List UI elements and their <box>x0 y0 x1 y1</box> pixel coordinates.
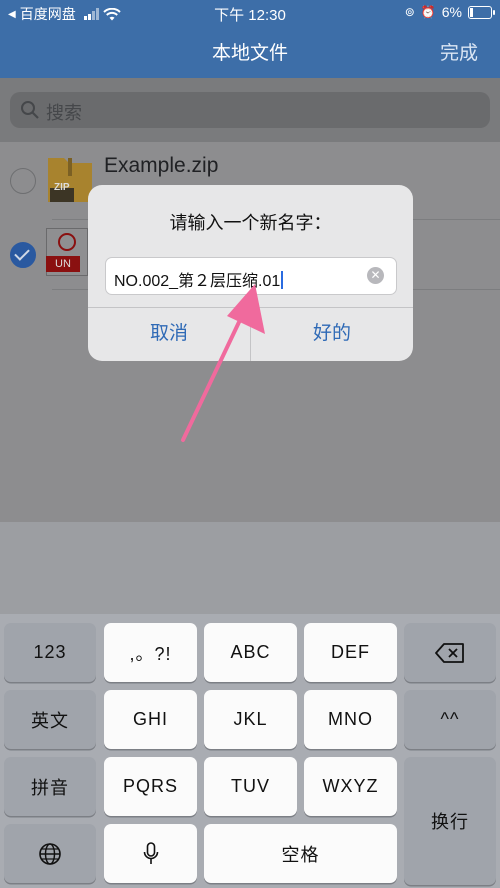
delete-button[interactable] <box>404 623 496 682</box>
search-area: 搜索 <box>0 78 500 142</box>
space-button[interactable]: 空格 <box>204 824 397 883</box>
key-ghi[interactable]: GHI <box>104 690 197 749</box>
select-radio-checked[interactable] <box>10 242 36 268</box>
select-radio[interactable] <box>10 168 36 194</box>
key-punctuation[interactable]: ,。?! <box>104 623 197 682</box>
key-jkl[interactable]: JKL <box>204 690 297 749</box>
key-emoticon[interactable]: ^^ <box>404 690 496 749</box>
battery-percent: 6% <box>441 4 462 20</box>
key-abc[interactable]: ABC <box>204 623 297 682</box>
ok-button[interactable]: 好的 <box>251 307 413 361</box>
orientation-lock-icon: ⊚ <box>404 5 415 19</box>
done-button[interactable]: 完成 <box>440 38 478 65</box>
dialog-title: 请输入一个新名字： <box>169 213 332 233</box>
return-button[interactable]: 换行 <box>404 757 496 885</box>
zip-file-icon <box>48 158 92 202</box>
status-right: ⊚ ⏰ 6% <box>404 4 495 20</box>
blocked-icon <box>58 233 76 251</box>
search-icon <box>21 101 39 119</box>
key-mno[interactable]: MNO <box>304 690 397 749</box>
key-wxyz[interactable]: WXYZ <box>304 757 397 816</box>
clear-icon[interactable]: ✕ <box>367 267 384 284</box>
filename-value: NO.002_第２层压缩.01 <box>114 273 281 290</box>
key-123[interactable]: 123 <box>4 623 96 682</box>
backspace-icon <box>435 642 464 663</box>
keyboard: 123 ,。?! ABC DEF 英文 GHI JKL MNO ^^ 拼音 PQ… <box>0 614 500 888</box>
dictation-button[interactable] <box>104 824 197 883</box>
status-bar: ◀ 百度网盘 下午 12:30 ⊚ ⏰ 6% <box>0 0 500 26</box>
globe-button[interactable] <box>4 824 96 883</box>
search-placeholder: 搜索 <box>46 103 82 123</box>
filename-input[interactable]: NO.002_第２层压缩.01 ✕ <box>105 257 397 295</box>
zip-badge: ZIP <box>54 182 70 193</box>
key-pqrs[interactable]: PQRS <box>104 757 197 816</box>
key-pinyin[interactable]: 拼音 <box>4 757 96 816</box>
un-badge: UN <box>46 256 80 272</box>
microphone-icon <box>143 841 158 864</box>
text-cursor <box>281 271 284 289</box>
cancel-button[interactable]: 取消 <box>88 307 250 361</box>
alarm-icon: ⏰ <box>420 5 436 19</box>
rename-dialog: 请输入一个新名字： NO.002_第２层压缩.01 ✕ 取消 好的 <box>88 185 413 361</box>
key-english[interactable]: 英文 <box>4 690 96 749</box>
page-title: 本地文件 <box>211 43 288 64</box>
navigation-bar: ◀ 百度网盘 下午 12:30 ⊚ ⏰ 6% 本地文件 完成 <box>0 0 500 78</box>
keyboard-suggestion-area <box>0 522 500 614</box>
filename-input-text: NO.002_第２层压缩.01 <box>114 267 284 291</box>
key-tuv[interactable]: TUV <box>204 757 297 816</box>
globe-icon <box>39 842 61 865</box>
file-name: Example.zip <box>104 154 219 177</box>
key-def[interactable]: DEF <box>304 623 397 682</box>
search-input[interactable]: 搜索 <box>10 92 490 128</box>
battery-icon <box>468 5 495 19</box>
